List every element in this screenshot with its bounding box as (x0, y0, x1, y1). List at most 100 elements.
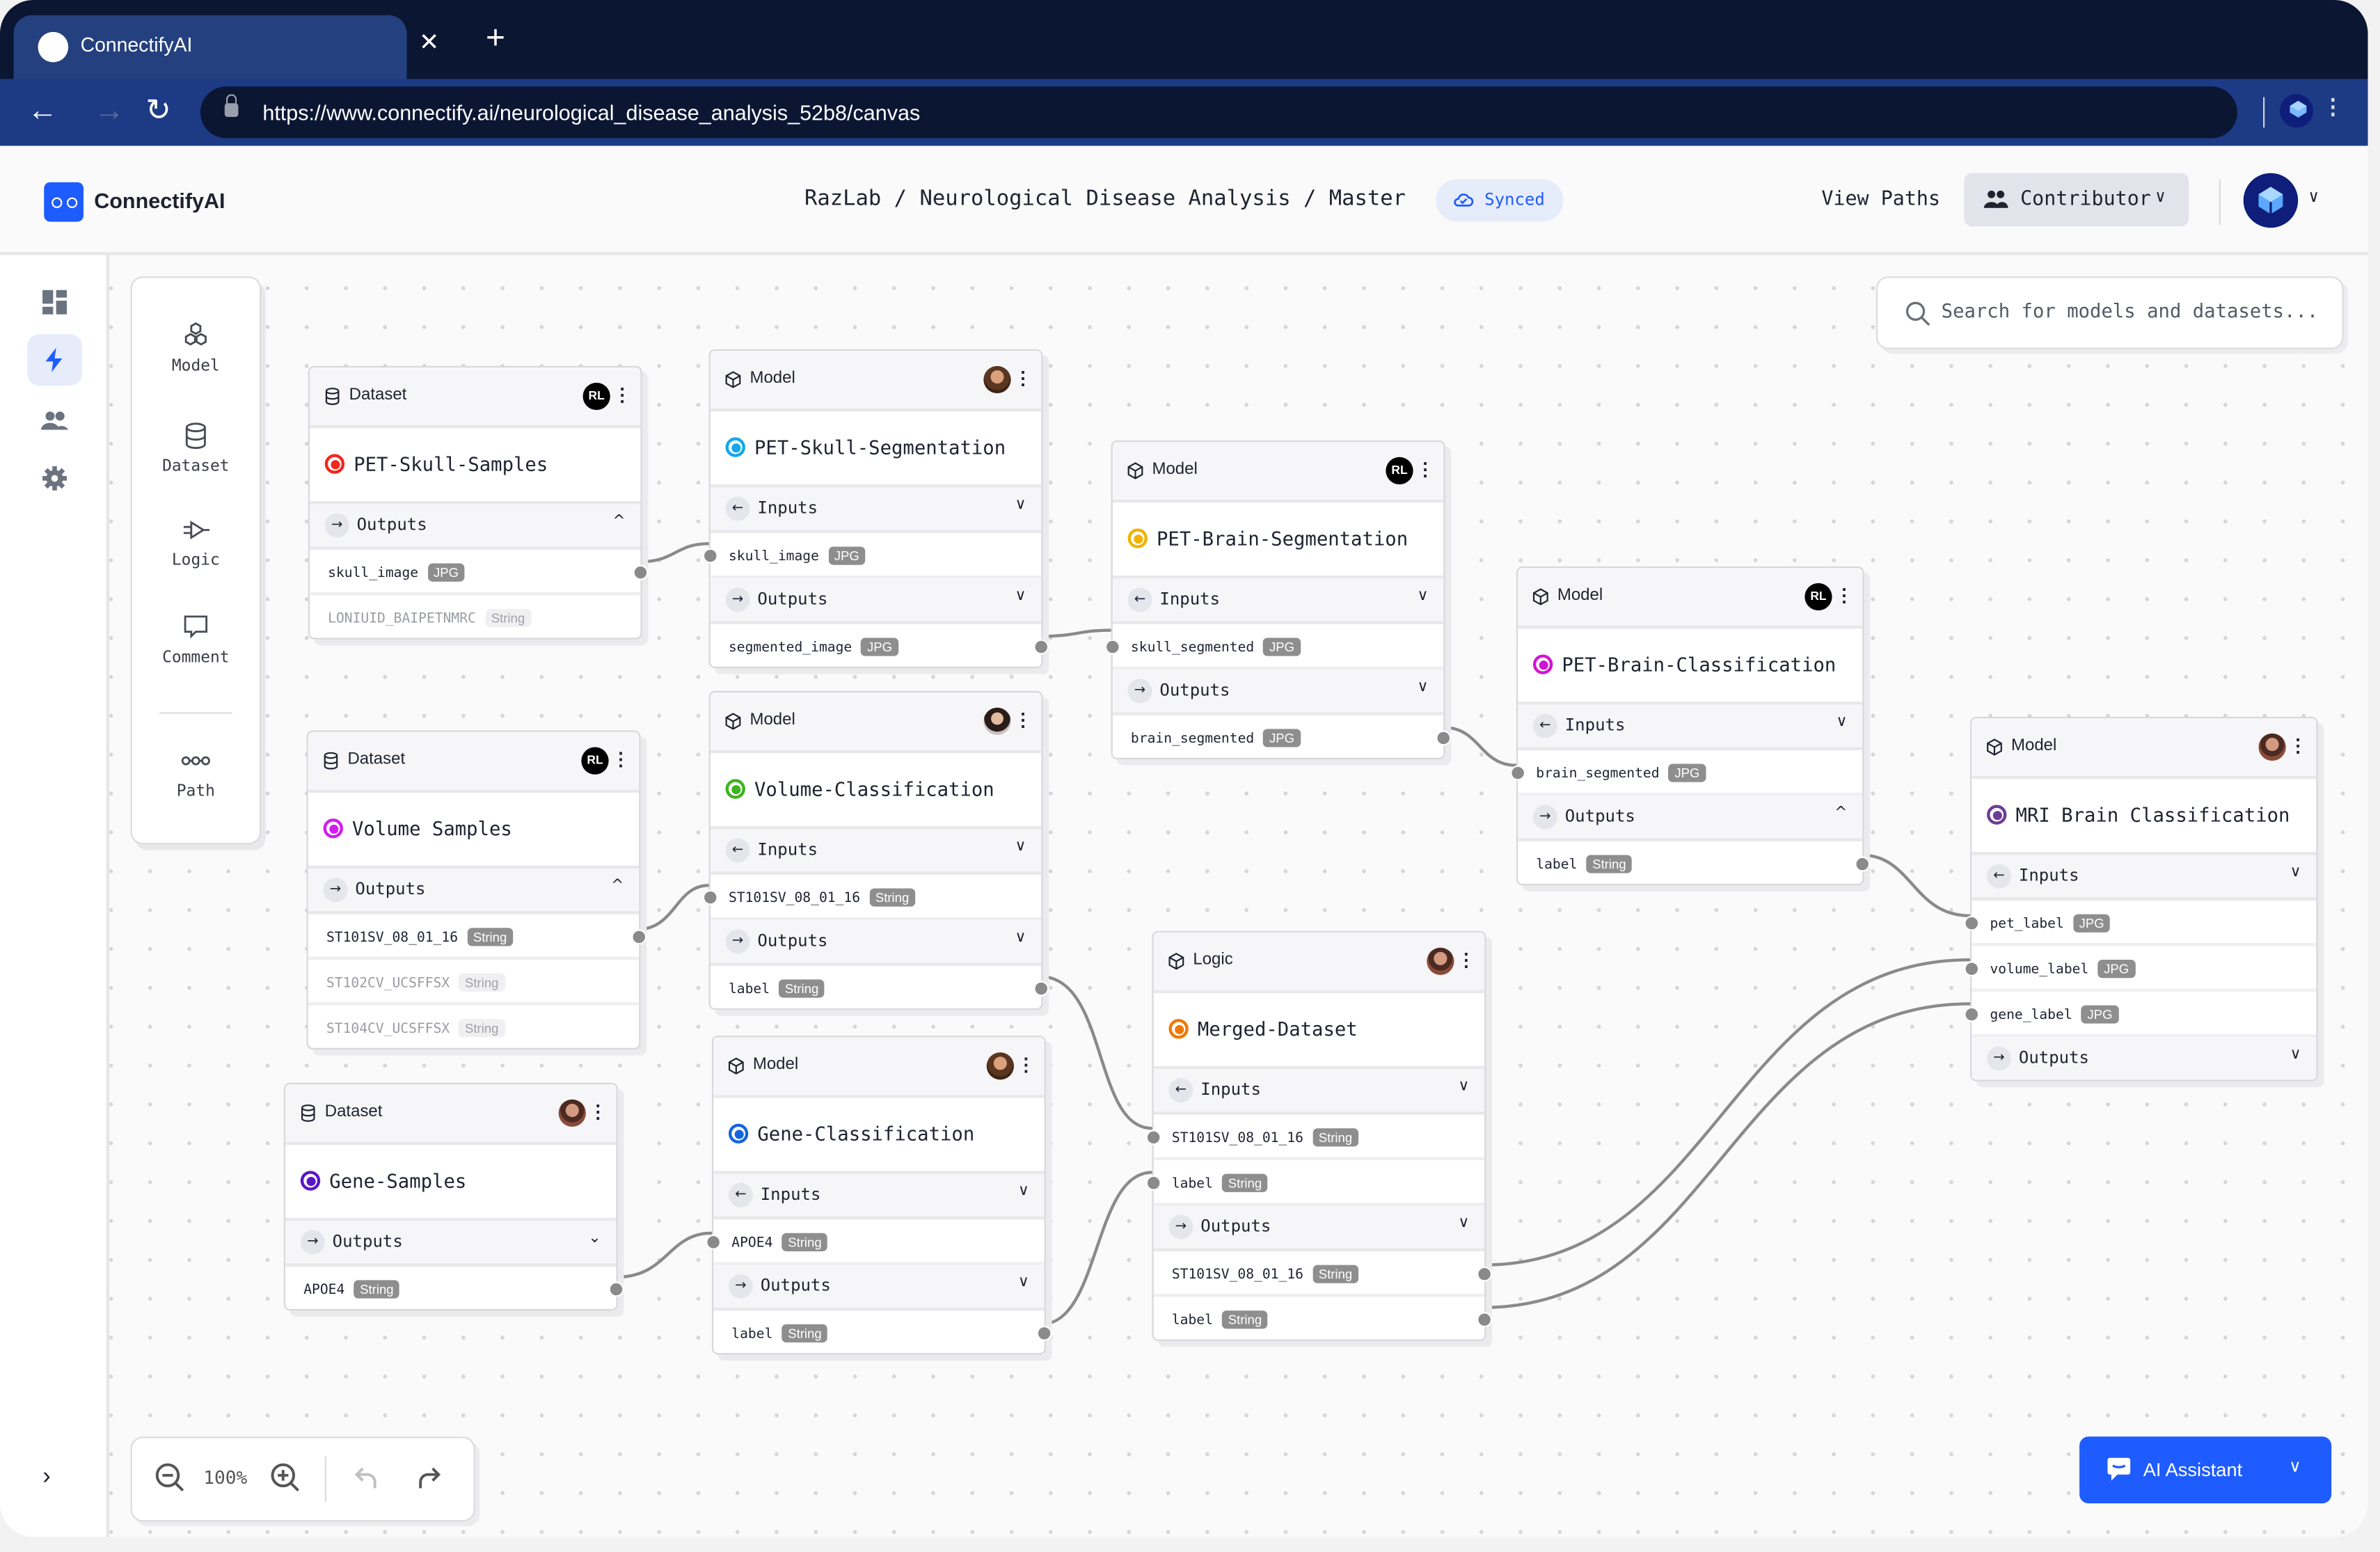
node-header[interactable]: Logic ⋮ (1153, 932, 1485, 994)
port-handle[interactable] (633, 564, 649, 580)
port-handle[interactable] (1510, 765, 1526, 781)
port-handle[interactable] (1477, 1312, 1493, 1328)
kebab-menu-icon[interactable]: ⋮ (1014, 367, 1032, 389)
inputs-section[interactable]: ← Inputs ∨ (1518, 704, 1863, 750)
owner-avatar[interactable] (983, 365, 1011, 394)
node-pet-brain-classification[interactable]: Model RL ⋮ PET-Brain-Classification ← In… (1510, 566, 1871, 886)
chevron-down-icon[interactable]: ∨ (1417, 587, 1428, 604)
port-handle[interactable] (608, 1281, 624, 1297)
palette-item-model[interactable]: Model (132, 320, 260, 375)
outputs-section[interactable]: → Outputs ∨ (713, 1265, 1045, 1311)
owner-avatar[interactable]: RL (1386, 457, 1413, 485)
outputs-section[interactable]: → Outputs ∨ (710, 578, 1042, 624)
port-handle[interactable] (702, 889, 718, 905)
chevron-down-icon[interactable]: ∨ (1458, 1215, 1469, 1232)
chevron-down-icon[interactable]: ∨ (2308, 187, 2318, 206)
kebab-menu-icon[interactable]: ⋮ (1017, 1054, 1035, 1075)
port-handle[interactable] (1033, 639, 1049, 655)
port-handle[interactable] (706, 1234, 722, 1250)
owner-avatar[interactable]: RL (582, 382, 610, 411)
node-header[interactable]: Dataset ⋮ (285, 1084, 617, 1146)
chevron-down-icon[interactable]: ∨ (1015, 497, 1026, 514)
reload-icon[interactable]: ↻ (145, 94, 171, 127)
browser-tab[interactable]: ConnectifyAI (13, 15, 407, 79)
view-paths-link[interactable]: View Paths (1821, 189, 1940, 212)
chevron-down-icon[interactable]: ∨ (1458, 1078, 1469, 1095)
port-handle[interactable] (631, 929, 647, 945)
ai-assistant-button[interactable]: AI Assistant ∨ (2079, 1436, 2332, 1504)
chevron-up-icon[interactable]: ^ (1834, 805, 1847, 821)
port-handle[interactable] (1855, 856, 1871, 872)
inputs-section[interactable]: ← Inputs ∨ (710, 487, 1042, 533)
node-gene-samples[interactable]: Dataset ⋮ Gene-Samples → Outputs ⌄ APOE4… (283, 1082, 624, 1311)
node-header[interactable]: Model ⋮ (1972, 718, 2317, 779)
port-handle[interactable] (1964, 961, 1980, 977)
port-handle[interactable] (1033, 981, 1049, 997)
outputs-section[interactable]: → Outputs ∨ (710, 920, 1042, 966)
node-gene-classification[interactable]: Model ⋮ Gene-Classification ← Inputs ∨ A… (706, 1036, 1052, 1355)
rail-item-dashboard[interactable] (27, 276, 82, 328)
rail-item-settings[interactable] (27, 452, 82, 504)
address-bar[interactable]: https://www.connectify.ai/neurological_d… (200, 86, 2237, 138)
rail-item-flows[interactable] (27, 334, 82, 386)
node-header[interactable]: Dataset RL ⋮ (308, 731, 640, 793)
redo-icon[interactable] (411, 1461, 445, 1494)
node-volume-samples[interactable]: Dataset RL ⋮ Volume Samples → Outputs ^ … (306, 730, 647, 1050)
chevron-down-icon[interactable]: ∨ (1018, 1183, 1029, 1200)
outputs-section[interactable]: → Outputs ∨ (1112, 670, 1444, 715)
port-handle[interactable] (1036, 1325, 1052, 1341)
owner-avatar[interactable] (986, 1052, 1014, 1080)
port-handle[interactable] (1436, 730, 1452, 746)
node-header[interactable]: Model ⋮ (713, 1037, 1045, 1098)
inputs-section[interactable]: ← Inputs ∨ (713, 1173, 1045, 1220)
port-handle[interactable] (1104, 639, 1120, 655)
user-avatar[interactable] (2243, 173, 2299, 228)
back-icon[interactable]: ← (27, 94, 58, 127)
profile-avatar[interactable] (2280, 94, 2314, 128)
owner-avatar[interactable]: RL (581, 747, 609, 775)
node-mri-brain-classification[interactable]: Model ⋮ MRI Brain Classification ← Input… (1964, 716, 2318, 1082)
node-pet-skull-samples[interactable]: Dataset RL ⋮ PET-Skull-Samples → Outputs… (308, 365, 649, 640)
kebab-menu-icon[interactable]: ⋮ (589, 1101, 607, 1123)
chevron-down-icon[interactable]: ∨ (1015, 838, 1026, 855)
outputs-section[interactable]: → Outputs ∨ (1972, 1037, 2317, 1080)
palette-item-dataset[interactable]: Dataset (132, 420, 260, 475)
owner-avatar[interactable]: RL (1804, 583, 1832, 611)
browser-menu-icon[interactable]: ⋮ (2322, 94, 2344, 120)
inputs-section[interactable]: ← Inputs ∨ (1153, 1069, 1485, 1115)
forward-icon[interactable]: → (94, 94, 125, 127)
port-handle[interactable] (1964, 1006, 1980, 1022)
node-header[interactable]: Model ⋮ (710, 692, 1042, 754)
node-volume-classification[interactable]: Model ⋮ Volume-Classification ← Inputs ∨… (702, 690, 1049, 1011)
port-handle[interactable] (1145, 1175, 1161, 1191)
kebab-menu-icon[interactable]: ⋮ (613, 384, 631, 406)
outputs-section[interactable]: → Outputs ^ (309, 504, 641, 550)
new-tab-icon[interactable]: + (486, 20, 505, 55)
kebab-menu-icon[interactable]: ⋮ (612, 749, 630, 770)
chevron-down-icon[interactable]: ∨ (1417, 679, 1428, 695)
chevron-up-icon[interactable]: ^ (612, 514, 625, 530)
undo-icon[interactable] (351, 1461, 384, 1494)
kebab-menu-icon[interactable]: ⋮ (1835, 585, 1853, 606)
node-pet-skull-segmentation[interactable]: Model ⋮ PET-Skull-Segmentation ← Inputs … (702, 349, 1049, 669)
palette-item-logic[interactable]: Logic (132, 515, 260, 569)
owner-avatar[interactable] (983, 707, 1011, 736)
chevron-down-icon[interactable]: ∨ (1018, 1274, 1029, 1291)
chevron-down-icon[interactable]: ∨ (1015, 929, 1026, 946)
node-header[interactable]: Model RL ⋮ (1112, 441, 1444, 503)
chevron-up-icon[interactable]: ^ (611, 878, 624, 894)
role-dropdown[interactable]: Contributor ∨ (1964, 173, 2189, 227)
chevron-down-icon[interactable]: ∨ (2290, 864, 2301, 881)
kebab-menu-icon[interactable]: ⋮ (1457, 949, 1475, 971)
node-merged-dataset[interactable]: Logic ⋮ Merged-Dataset ← Inputs ∨ ST101S… (1145, 931, 1493, 1341)
rail-item-team[interactable] (27, 395, 82, 446)
zoom-out-icon[interactable] (153, 1461, 187, 1494)
node-pet-brain-segmentation[interactable]: Model RL ⋮ PET-Brain-Segmentation ← Inpu… (1104, 440, 1452, 759)
breadcrumb[interactable]: RazLab / Neurological Disease Analysis /… (804, 187, 1406, 211)
search-input[interactable] (1941, 299, 2321, 322)
zoom-in-icon[interactable] (269, 1461, 302, 1494)
close-tab-icon[interactable]: ✕ (419, 27, 439, 58)
chevron-down-icon[interactable]: ∨ (1836, 714, 1847, 731)
chevron-down-icon[interactable]: ∨ (2290, 1046, 2301, 1063)
expand-rail-icon[interactable]: › (42, 1464, 51, 1491)
